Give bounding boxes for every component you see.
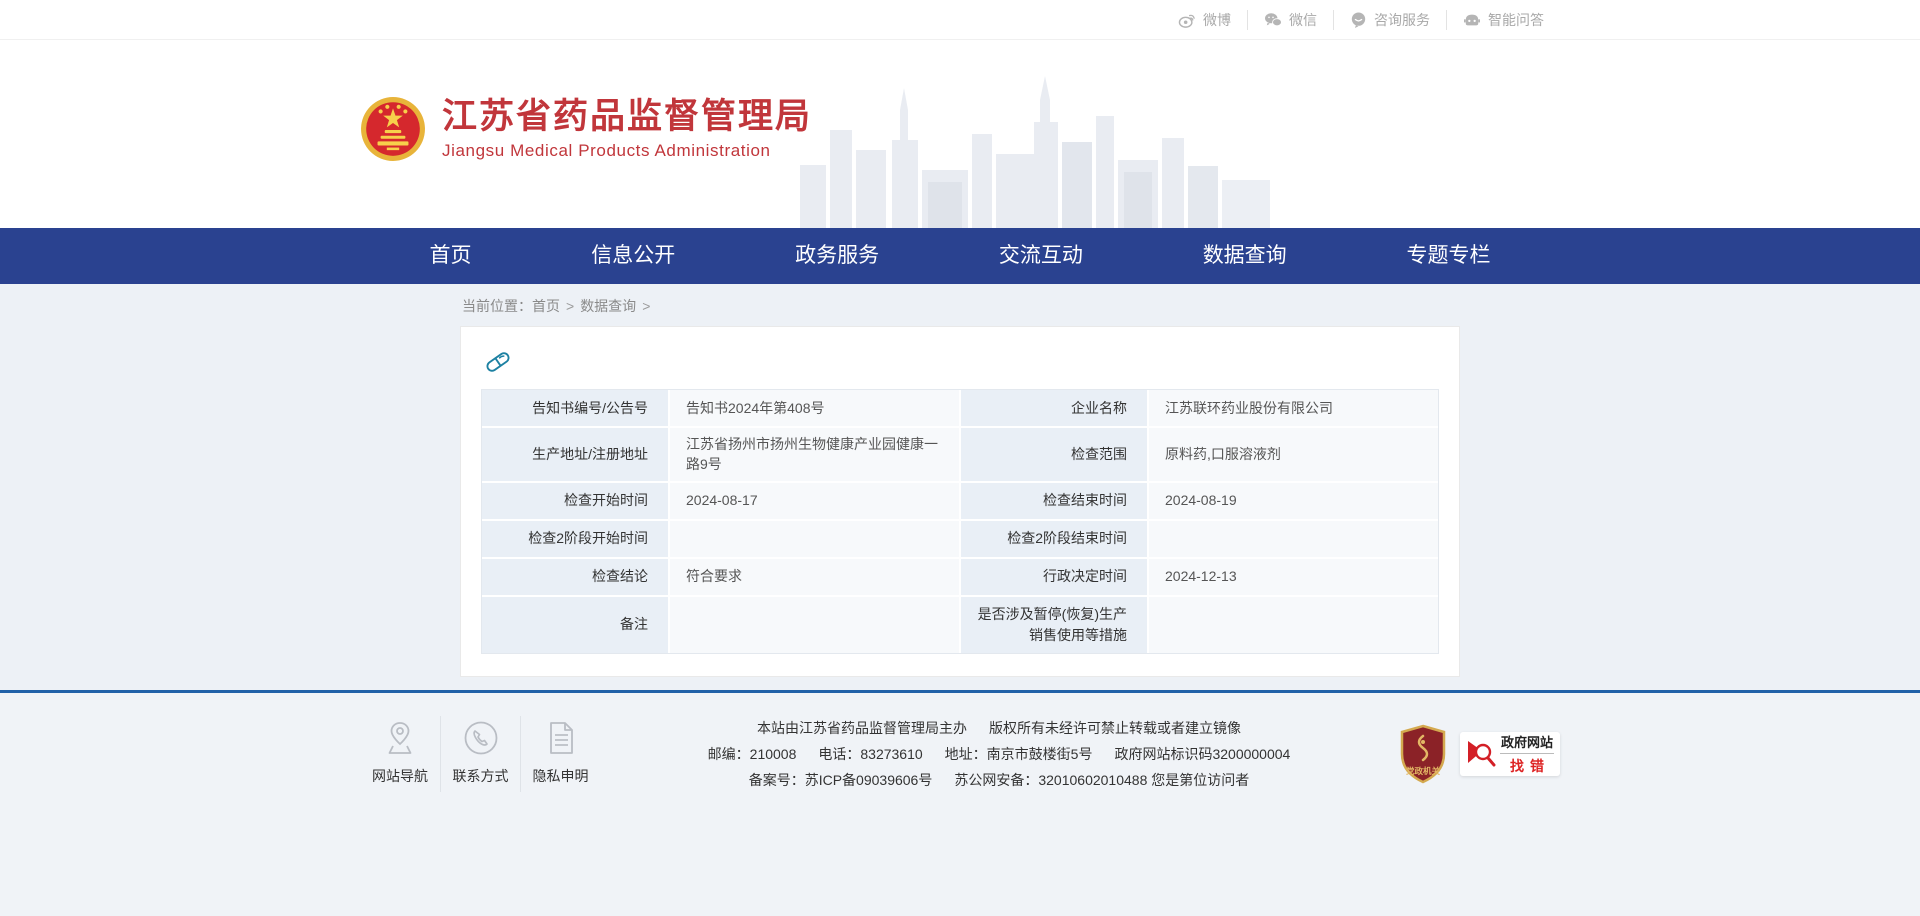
field-label: 行政决定时间 — [961, 559, 1147, 595]
pill-icon — [483, 347, 513, 377]
footer-security-number: 苏公网安备：32010602010488 您是第位访问者 — [954, 767, 1249, 793]
footer-link-site-map[interactable]: 网站导航 — [360, 716, 440, 792]
inspection-detail-card: 告知书编号/公告号 告知书2024年第408号 企业名称 江苏联环药业股份有限公… — [460, 326, 1460, 677]
nav-item-info-disclosure[interactable]: 信息公开 — [589, 228, 677, 284]
field-label: 检查范围 — [961, 428, 1147, 481]
field-value: 2024-08-17 — [670, 483, 959, 519]
topbar-link-consult[interactable]: 咨询服务 — [1333, 10, 1446, 30]
site-footer: 网站导航 联系方式 隐私申明 — [0, 693, 1920, 916]
breadcrumb-separator: > — [642, 298, 650, 314]
topbar-link-label: 智能问答 — [1488, 10, 1544, 30]
footer-link-label: 联系方式 — [441, 766, 520, 786]
field-label: 检查2阶段开始时间 — [482, 521, 668, 557]
field-label: 备注 — [482, 597, 668, 653]
footer-host-statement: 本站由江苏省药品监督管理局主办 — [757, 715, 967, 741]
footer-site-id: 政府网站标识码3200000004 — [1114, 741, 1290, 767]
nav-item-gov-services[interactable]: 政务服务 — [793, 228, 881, 284]
footer-link-label: 网站导航 — [360, 766, 440, 786]
footer-info-text: 本站由江苏省药品监督管理局主办 版权所有未经许可禁止转载或者建立镜像 邮编：21… — [669, 715, 1329, 793]
field-label: 告知书编号/公告号 — [482, 390, 668, 426]
breadcrumb-link-home[interactable]: 首页 — [532, 298, 560, 314]
topbar-link-label: 微博 — [1203, 10, 1231, 30]
field-label: 是否涉及暂停(恢复)生产销售使用等措施 — [961, 597, 1147, 653]
table-row: 检查结论 符合要求 行政决定时间 2024-12-13 — [482, 559, 1438, 595]
footer-postcode: 邮编：210008 — [708, 741, 797, 767]
field-label: 检查开始时间 — [482, 483, 668, 519]
footer-link-contact[interactable]: 联系方式 — [440, 716, 520, 792]
field-value: 原料药,口服溶液剂 — [1149, 428, 1438, 481]
nav-item-home[interactable]: 首页 — [428, 228, 474, 284]
footer-icp-number: 备案号：苏ICP备09039606号 — [749, 767, 933, 793]
party-government-badge[interactable]: 党政机关 — [1398, 724, 1448, 784]
field-value: 2024-08-19 — [1149, 483, 1438, 519]
field-value: 江苏联环药业股份有限公司 — [1149, 390, 1438, 426]
field-value — [1149, 521, 1438, 557]
site-header: 江苏省药品监督管理局 Jiangsu Medical Products Admi… — [0, 40, 1920, 228]
field-value: 2024-12-13 — [1149, 559, 1438, 595]
page-title: 江苏省药品监督管理局 — [442, 97, 812, 137]
field-value: 江苏省扬州市扬州生物健康产业园健康一路9号 — [670, 428, 959, 481]
topbar-link-weibo[interactable]: 微博 — [1162, 10, 1247, 30]
weibo-icon — [1178, 12, 1196, 28]
footer-address: 地址：南京市鼓楼街5号 — [945, 741, 1093, 767]
topbar-link-label: 微信 — [1289, 10, 1317, 30]
field-label: 检查结束时间 — [961, 483, 1147, 519]
topbar-link-smart-qa[interactable]: 智能问答 — [1446, 10, 1560, 30]
field-value — [670, 597, 959, 653]
badge-find-error-label: 找错 — [1500, 754, 1554, 776]
footer-link-privacy[interactable]: 隐私申明 — [520, 716, 600, 792]
table-row: 检查2阶段开始时间 检查2阶段结束时间 — [482, 521, 1438, 557]
field-value: 符合要求 — [670, 559, 959, 595]
badge-gov-site-label: 政府网站 — [1500, 732, 1554, 754]
page-subtitle: Jiangsu Medical Products Administration — [442, 141, 812, 161]
nav-item-special-topics[interactable]: 专题专栏 — [1404, 228, 1492, 284]
nav-item-interaction[interactable]: 交流互动 — [997, 228, 1085, 284]
table-row: 生产地址/注册地址 江苏省扬州市扬州生物健康产业园健康一路9号 检查范围 原料药… — [482, 428, 1438, 481]
breadcrumb-separator: > — [566, 298, 574, 314]
topbar: 微博 微信 咨询服务 智能问答 — [0, 0, 1920, 40]
magnifier-flag-icon — [1466, 737, 1496, 771]
inspection-detail-table: 告知书编号/公告号 告知书2024年第408号 企业名称 江苏联环药业股份有限公… — [481, 389, 1439, 654]
breadcrumb-link-data-query[interactable]: 数据查询 — [580, 298, 636, 314]
field-label: 检查2阶段结束时间 — [961, 521, 1147, 557]
breadcrumb-prefix: 当前位置： — [462, 298, 532, 314]
city-skyline-graphic — [800, 70, 1270, 228]
main-nav: 首页 信息公开 政务服务 交流互动 数据查询 专题专栏 — [0, 228, 1920, 284]
wechat-icon — [1264, 12, 1282, 28]
field-value — [670, 521, 959, 557]
footer-link-label: 隐私申明 — [521, 766, 600, 786]
field-label: 检查结论 — [482, 559, 668, 595]
breadcrumb: 当前位置：首页 > 数据查询 > — [460, 284, 1460, 326]
table-row: 备注 是否涉及暂停(恢复)生产销售使用等措施 — [482, 597, 1438, 653]
table-row: 告知书编号/公告号 告知书2024年第408号 企业名称 江苏联环药业股份有限公… — [482, 390, 1438, 426]
map-pin-icon — [383, 720, 417, 756]
document-icon — [545, 720, 577, 756]
table-row: 检查开始时间 2024-08-17 检查结束时间 2024-08-19 — [482, 483, 1438, 519]
field-label: 企业名称 — [961, 390, 1147, 426]
footer-phone: 电话：83273610 — [818, 741, 922, 767]
main-content: 当前位置：首页 > 数据查询 > 告知书编号/公告号 告知书2024年第408号 企业… — [0, 284, 1920, 690]
nav-item-data-query[interactable]: 数据查询 — [1201, 228, 1289, 284]
badge-label: 党政机关 — [1406, 766, 1441, 776]
chat-bubble-icon — [1350, 12, 1367, 28]
field-value: 告知书2024年第408号 — [670, 390, 959, 426]
gov-site-error-report-badge[interactable]: 政府网站 找错 — [1460, 732, 1560, 776]
topbar-link-wechat[interactable]: 微信 — [1247, 10, 1333, 30]
footer-copyright-statement: 版权所有未经许可禁止转载或者建立镜像 — [989, 715, 1241, 741]
phone-icon — [463, 720, 499, 756]
field-label: 生产地址/注册地址 — [482, 428, 668, 481]
field-value — [1149, 597, 1438, 653]
robot-icon — [1463, 12, 1481, 28]
topbar-link-label: 咨询服务 — [1374, 10, 1430, 30]
national-emblem-logo — [360, 96, 426, 162]
